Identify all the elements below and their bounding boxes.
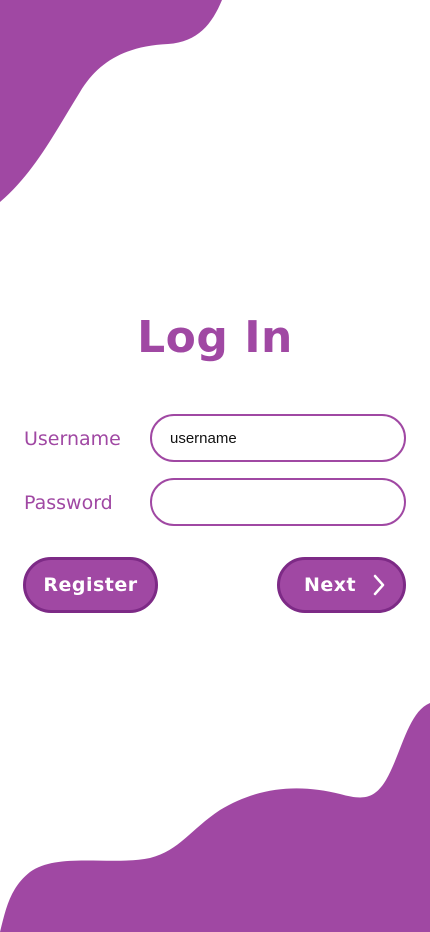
password-label: Password (24, 492, 113, 514)
login-screen: Log In Username Password Register Next (0, 0, 430, 932)
password-input[interactable] (150, 478, 406, 526)
next-button-label: Next (304, 574, 357, 596)
username-input[interactable] (150, 414, 406, 462)
username-label: Username (24, 428, 121, 450)
chevron-right-icon (373, 574, 385, 596)
next-button[interactable]: Next (277, 557, 406, 613)
register-button-label: Register (43, 574, 138, 596)
register-button[interactable]: Register (23, 557, 158, 613)
page-title: Log In (137, 312, 293, 363)
bottom-right-decorative-blob (0, 703, 430, 932)
top-blob-shape (0, 0, 222, 202)
top-left-decorative-blob (0, 0, 222, 202)
bottom-blob-shape (0, 703, 430, 932)
